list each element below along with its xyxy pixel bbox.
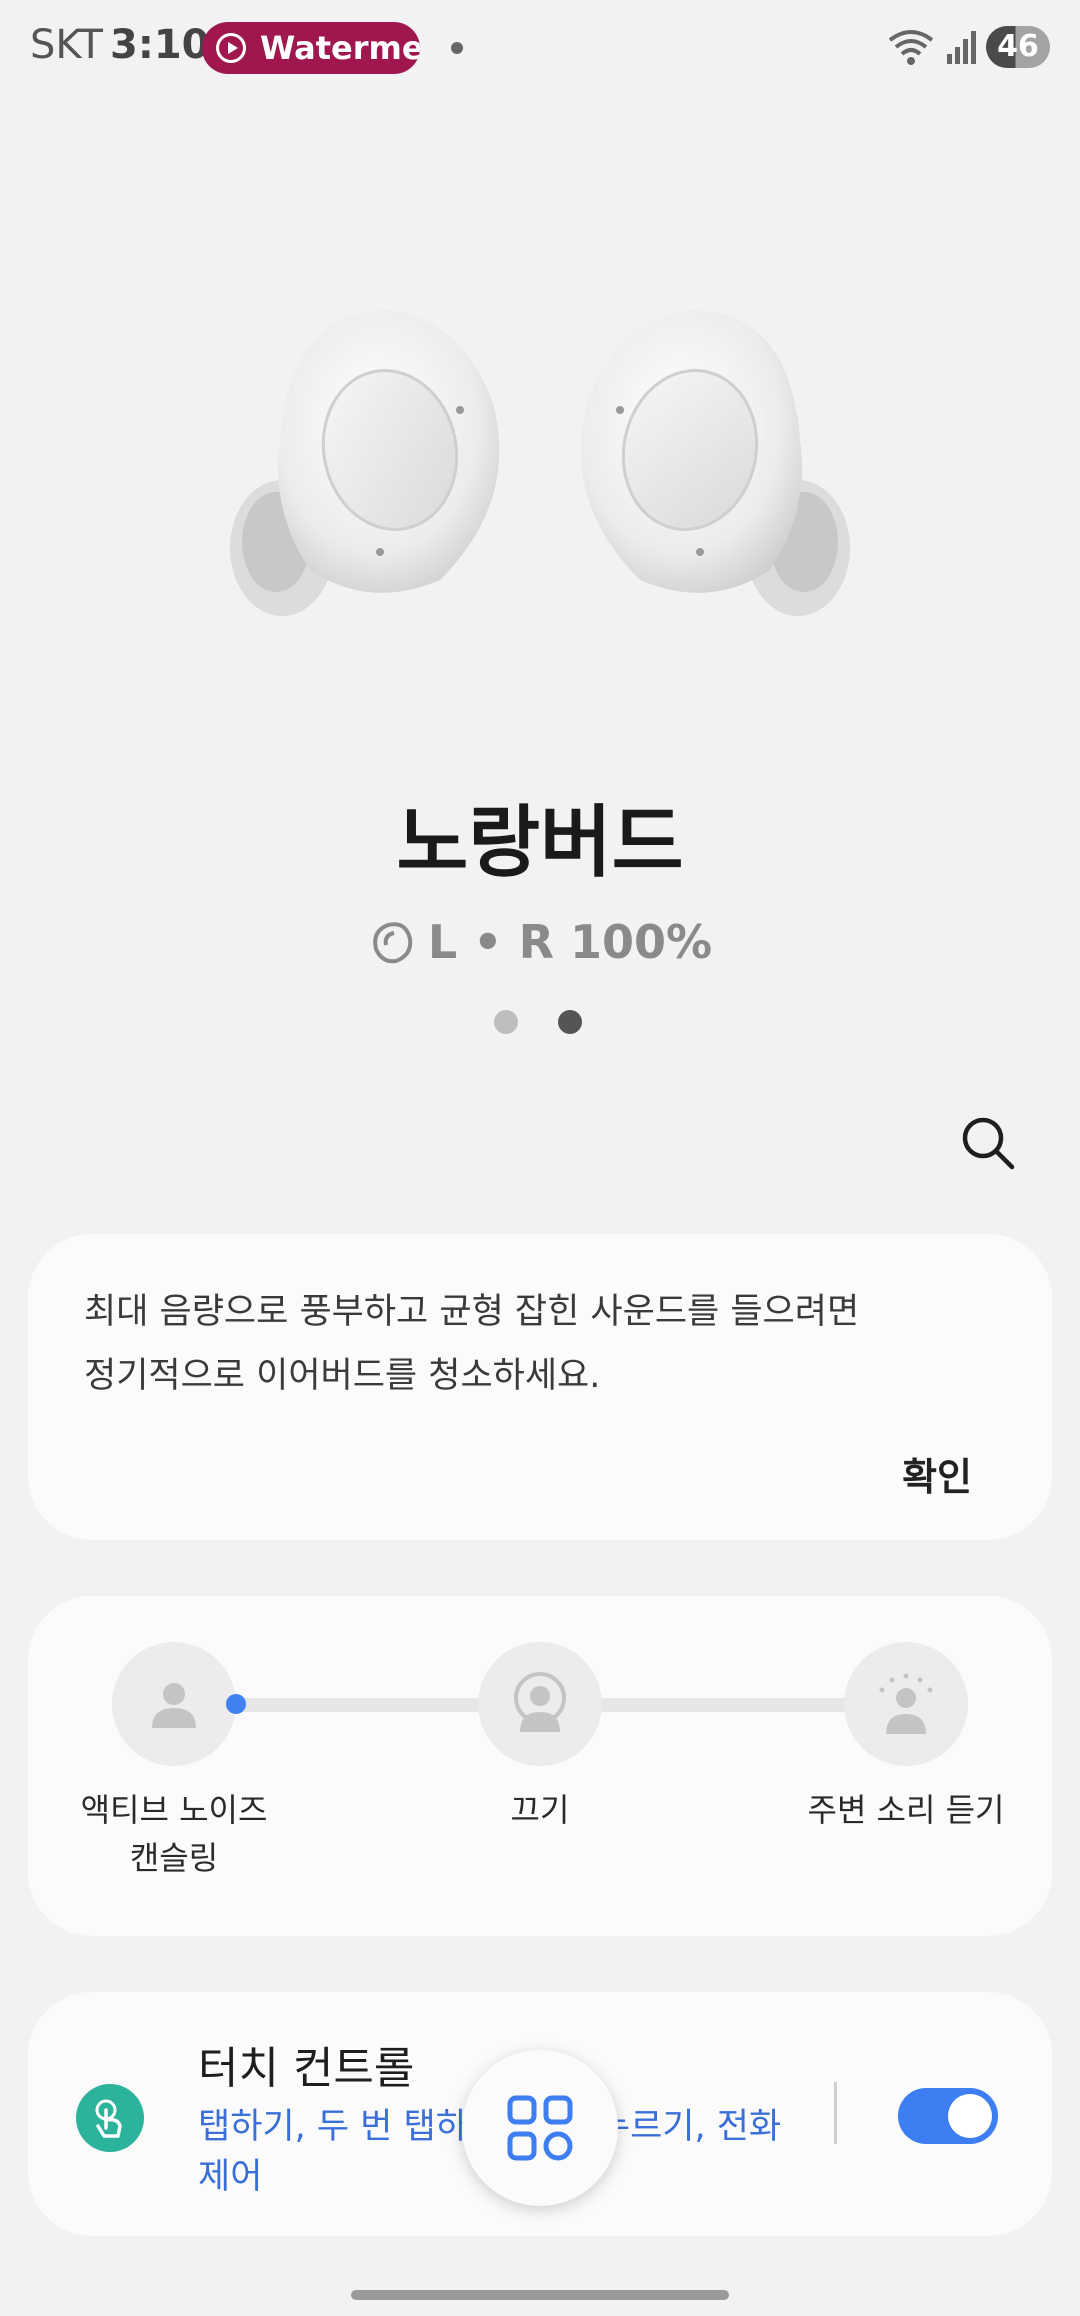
device-name: 노랑버드 <box>396 798 684 888</box>
ambient-label: 주변 소리 듣기 <box>807 1791 1005 1829</box>
home-indicator[interactable] <box>351 2290 729 2300</box>
recording-label: Waterme <box>260 29 420 67</box>
anc-label: 액티브 노이즈 캔슬링 <box>44 1786 304 1882</box>
battery-indicator: 46 <box>986 26 1050 68</box>
status-bar: SKT 3:10 Waterme 46 <box>0 0 1080 96</box>
search-icon[interactable] <box>960 1115 1016 1171</box>
person-circle-icon <box>514 1672 566 1732</box>
clock: 3:10 <box>110 22 210 68</box>
ambient-mode-button[interactable] <box>844 1642 968 1766</box>
off-label: 끄기 <box>510 1791 570 1829</box>
earbuds-image <box>230 310 850 616</box>
cleaning-tip-card: 최대 음량으로 풍부하고 균형 잡힌 사운드를 들으려면 정기적으로 이어버드를… <box>28 1234 1052 1540</box>
touch-control-toggle[interactable] <box>898 2088 998 2144</box>
hand-tap-icon <box>95 2099 122 2138</box>
cellular-signal-icon <box>947 31 976 64</box>
earbud-battery-text: L • R 100% <box>427 915 713 969</box>
grid-menu-icon <box>507 2095 573 2161</box>
tip-line-1: 최대 음량으로 풍부하고 균형 잡힌 사운드를 들으려면 <box>84 1292 860 1332</box>
confirm-button[interactable]: 확인 <box>902 1446 972 1501</box>
anc-label-line-1: 액티브 노이즈 <box>80 1791 268 1829</box>
battery-status: L • R 100% <box>0 915 1080 969</box>
tip-line-2: 정기적으로 이어버드를 청소하세요. <box>84 1356 601 1396</box>
tip-message: 최대 음량으로 풍부하고 균형 잡힌 사운드를 들으려면 정기적으로 이어버드를… <box>84 1280 984 1408</box>
anc-label-line-2: 캔슬링 <box>129 1839 219 1877</box>
person-icon <box>152 1683 196 1728</box>
record-icon <box>216 33 246 63</box>
touch-control-title: 터치 컨트롤 <box>198 2043 415 2094</box>
divider <box>834 2082 837 2144</box>
noise-control-selector[interactable] <box>226 1694 246 1714</box>
anc-mode-button[interactable] <box>112 1642 236 1766</box>
ambient-sound-icon <box>879 1673 933 1734</box>
touch-icon <box>76 2084 144 2152</box>
page-dot[interactable] <box>494 1010 518 1034</box>
noise-control-card: 액티브 노이즈 캔슬링 끄기 주변 소리 듣기 <box>28 1596 1052 1936</box>
off-mode-button[interactable] <box>478 1642 602 1766</box>
earbud-icon <box>373 922 413 964</box>
page-dot-active[interactable] <box>558 1010 582 1034</box>
carrier-label: SKT <box>30 22 103 68</box>
screen-recorder-pill[interactable]: Waterme <box>202 22 420 74</box>
menu-fab[interactable] <box>462 2050 618 2206</box>
page-indicator <box>494 1010 582 1034</box>
notification-dot <box>451 42 463 54</box>
wifi-icon <box>888 30 934 65</box>
